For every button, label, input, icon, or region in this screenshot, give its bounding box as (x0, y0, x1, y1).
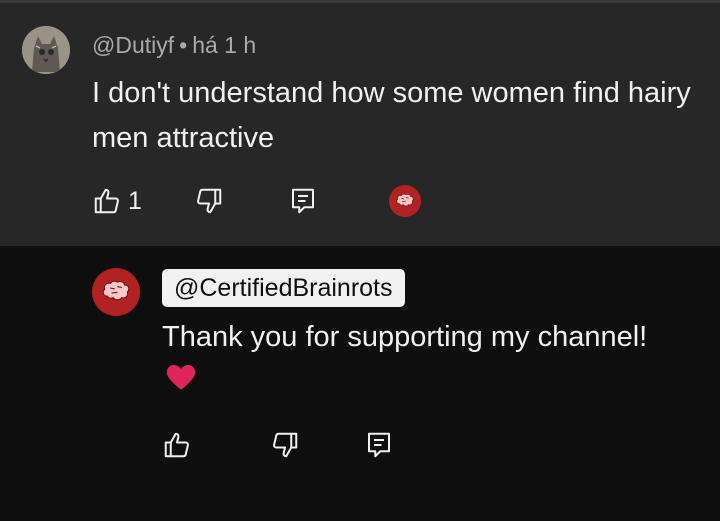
thumbs-up-icon[interactable] (162, 430, 192, 460)
avatar[interactable] (92, 268, 140, 316)
meta-separator: • (179, 32, 188, 58)
comment-meta: @Dutiyf • há 1 h (92, 32, 256, 59)
thumbs-down-icon[interactable] (270, 430, 300, 460)
brain-icon (102, 280, 130, 301)
comment-thread: @Dutiyf • há 1 h I don't understand how so… (0, 0, 720, 246)
avatar[interactable] (22, 26, 70, 74)
thumbs-up-icon[interactable] (92, 186, 122, 216)
comment-actions: 1 (92, 186, 318, 216)
reply-actions (162, 430, 394, 460)
divider (0, 0, 720, 3)
reply-text-content: Thank you for supporting my channel! (162, 321, 648, 353)
reply-text: Thank you for supporting my channel! (162, 314, 682, 408)
creator-handle-badge[interactable]: @CertifiedBrainrots (162, 269, 405, 307)
comment-text: I don't understand how some women find h… (92, 77, 691, 154)
brain-icon (396, 193, 414, 207)
reply-comment-icon[interactable] (288, 186, 318, 216)
heart-emoji (164, 360, 198, 408)
author-handle[interactable]: @Dutiyf (92, 32, 174, 58)
reply-comment-icon[interactable] (364, 430, 394, 460)
like-count: 1 (128, 186, 142, 215)
creator-heart-avatar (389, 185, 421, 217)
timestamp[interactable]: há 1 h (192, 32, 256, 58)
thumbs-down-icon[interactable] (194, 186, 224, 216)
